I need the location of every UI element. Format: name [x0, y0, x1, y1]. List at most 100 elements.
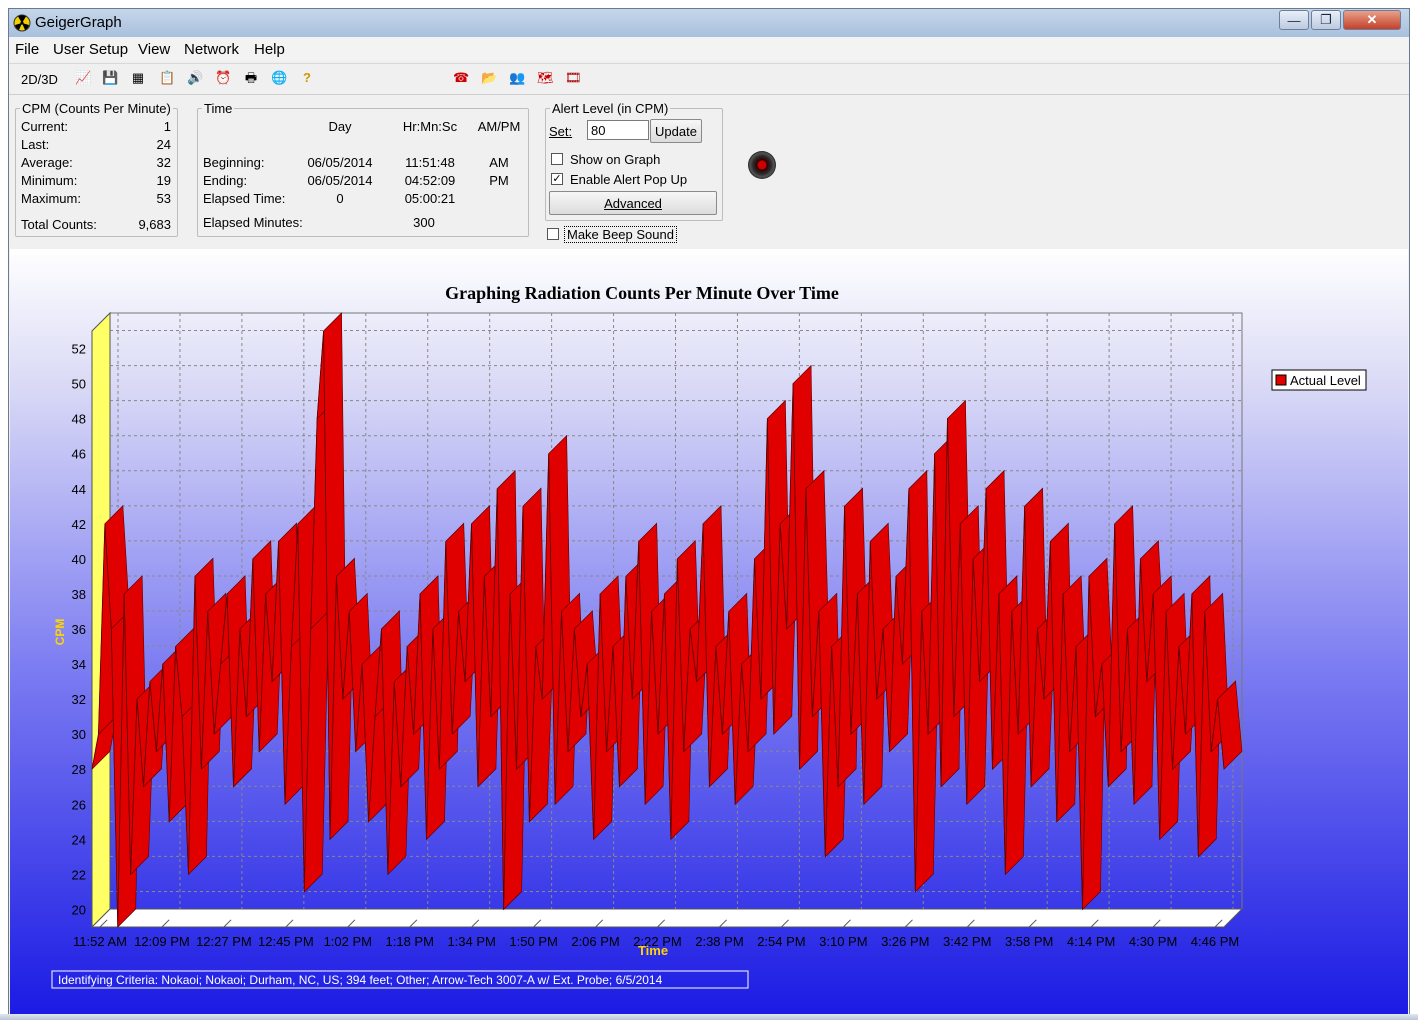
clock-icon[interactable]: ⏰: [215, 70, 231, 86]
menu-file[interactable]: File: [15, 41, 39, 58]
x-tick-label: 4:14 PM: [1067, 934, 1115, 949]
graph-panel: 20 22 24 26 28 30 32 34 36 38 40 42 44 46 48 50 52 11:52 …: [10, 249, 1408, 1017]
x-tick-label: 1:34 PM: [447, 934, 495, 949]
advanced-button[interactable]: Advanced: [549, 191, 717, 215]
beginning-label: Beginning:: [203, 155, 265, 170]
menu-help[interactable]: Help: [254, 41, 285, 58]
update-button[interactable]: Update: [650, 119, 702, 143]
x-tick-label: 3:58 PM: [1005, 934, 1053, 949]
maximize-button[interactable]: ❐: [1311, 10, 1341, 30]
x-tick-label: 4:46 PM: [1191, 934, 1239, 949]
toolbar: 2D/3D 📈 💾 ▦ 📋 🔊 ⏰ 🖶 🌐 ? ☎ 📂 👥 🗺 🎞: [9, 63, 1409, 95]
time-group-title: Time: [204, 101, 233, 116]
elapsed-time-hms: 05:00:21: [404, 191, 456, 206]
ending-ampm: PM: [489, 173, 509, 188]
x-tick-label: 12:45 PM: [258, 934, 314, 949]
menu-user-setup[interactable]: User Setup: [53, 41, 128, 58]
save-icon[interactable]: 💾: [102, 70, 118, 86]
radiation-icon: [13, 14, 31, 32]
table-icon[interactable]: ▦: [130, 70, 146, 86]
phone-icon[interactable]: ☎: [453, 70, 469, 86]
x-tick-label: 1:02 PM: [324, 934, 372, 949]
beginning-ampm: AM: [489, 155, 509, 170]
x-tick-label: 4:30 PM: [1129, 934, 1177, 949]
x-tick-label: 2:38 PM: [695, 934, 743, 949]
show-on-graph-checkbox[interactable]: [551, 153, 563, 165]
cpm-average-label: Average:: [21, 155, 73, 170]
graph-settings-icon[interactable]: 📈: [75, 70, 91, 86]
beginning-hms: 11:51:48: [405, 155, 455, 170]
y-tick-label: 24: [72, 832, 86, 847]
elapsed-time-day: 0: [336, 191, 344, 206]
enable-popup-checkbox[interactable]: ✓: [551, 173, 563, 185]
ending-hms: 04:52:09: [404, 173, 456, 188]
report-icon[interactable]: 📋: [159, 70, 175, 86]
cpm-group-title: CPM (Counts Per Minute): [22, 101, 171, 116]
criteria-box: Identifying Criteria: Nokaoi; Nokaoi; Du…: [51, 970, 749, 989]
print-icon[interactable]: 🖶: [243, 70, 259, 86]
alarm-icon[interactable]: 🔊: [187, 70, 203, 86]
alert-group-title: Alert Level (in CPM): [552, 101, 669, 116]
enable-popup-label[interactable]: Enable Alert Pop Up: [570, 172, 687, 187]
cpm-maximum-value: 53: [156, 191, 171, 206]
y-tick-label: 20: [72, 902, 86, 917]
globe-icon[interactable]: 🌐: [271, 70, 287, 86]
menu-network[interactable]: Network: [184, 41, 239, 58]
help-icon[interactable]: ?: [299, 70, 315, 86]
x-tick-label: 1:18 PM: [386, 934, 434, 949]
users-icon[interactable]: 👥: [509, 70, 525, 86]
menu-bar: File User Setup View Network Help: [9, 37, 1409, 61]
plot-floor: [90, 908, 1244, 928]
y-tick-label: 38: [72, 587, 86, 602]
legend-swatch: [1275, 374, 1287, 386]
beep-sound-label[interactable]: Make Beep Sound: [564, 226, 677, 243]
cpm-chart: 20 22 24 26 28 30 32 34 36 38 40 42 44 46 48 50 52 11:52 …: [51, 283, 1367, 989]
y-tick-label: 28: [72, 762, 86, 777]
x-tick-label: 12:27 PM: [196, 934, 252, 949]
elapsed-minutes-value: 300: [413, 215, 435, 230]
x-tick-label: 3:42 PM: [943, 934, 991, 949]
y-tick-label: 50: [72, 377, 86, 392]
cpm-minimum-label: Minimum:: [21, 173, 78, 188]
legend-box: Actual Level: [1271, 369, 1367, 391]
close-button[interactable]: ✕: [1343, 10, 1401, 30]
y-tick-label: 40: [72, 552, 86, 567]
elapsed-minutes-label: Elapsed Minutes:: [203, 215, 303, 230]
elapsed-time-label: Elapsed Time:: [203, 191, 286, 206]
ending-day: 06/05/2014: [307, 173, 373, 188]
menu-view[interactable]: View: [138, 41, 170, 58]
show-on-graph-label[interactable]: Show on Graph: [570, 152, 660, 167]
time-header-day: Day: [328, 119, 352, 134]
x-tick-label: 1:50 PM: [509, 934, 557, 949]
beep-sound-checkbox[interactable]: [547, 228, 559, 240]
x-tick-label: 11:52 AM: [73, 934, 127, 949]
x-axis-label: Time: [638, 943, 668, 958]
y-tick-label: 34: [72, 657, 86, 672]
y-tick-label: 44: [72, 482, 86, 497]
cpm-current-value: 1: [163, 119, 171, 134]
y-tick-label: 46: [72, 447, 86, 462]
alert-level-input[interactable]: [587, 120, 649, 140]
cpm-last-label: Last:: [21, 137, 50, 152]
y-tick-label: 30: [72, 727, 86, 742]
x-tick-label: 2:54 PM: [757, 934, 805, 949]
app-window: GeigerGraph — ❐ ✕ File User Setup View N…: [8, 8, 1410, 1018]
window-title: GeigerGraph: [35, 14, 122, 31]
cpm-last-value: 24: [156, 137, 171, 152]
title-bar[interactable]: GeigerGraph — ❐ ✕: [9, 9, 1409, 37]
export-icon[interactable]: 📂: [481, 70, 497, 86]
time-header-hms: Hr:Mn:Sc: [402, 119, 458, 134]
chart-title: Graphing Radiation Counts Per Minute Ove…: [445, 283, 839, 303]
film-icon[interactable]: 🎞: [565, 70, 582, 86]
map-icon[interactable]: 🗺: [537, 70, 554, 86]
cpm-minimum-value: 19: [156, 173, 171, 188]
toggle-2d3d-button[interactable]: 2D/3D: [21, 72, 58, 87]
x-tick-label: 3:10 PM: [819, 934, 867, 949]
cpm-current-label: Current:: [21, 119, 68, 134]
y-axis-label: CPM: [53, 619, 67, 646]
y-tick-label: 42: [72, 517, 86, 532]
chart-series-actual-level: [91, 312, 1243, 928]
y-tick-label: 32: [72, 692, 86, 707]
minimize-button[interactable]: —: [1279, 10, 1309, 30]
taskbar: [0, 1014, 1418, 1020]
